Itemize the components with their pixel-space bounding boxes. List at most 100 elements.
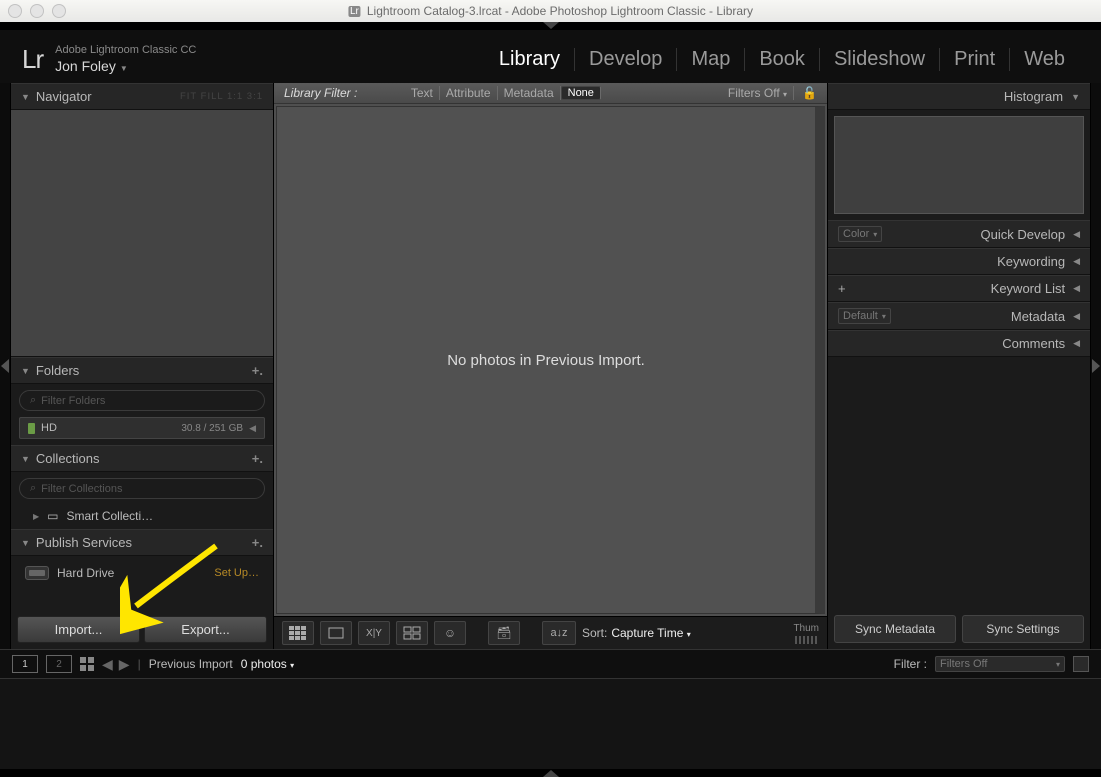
comments-header[interactable]: Comments◀ (828, 330, 1090, 357)
lr-badge-icon: Lr (348, 6, 361, 17)
chevron-down-icon: ▼ (21, 92, 30, 102)
publish-harddrive-row[interactable]: Hard Drive Set Up… (19, 562, 265, 584)
right-panel: Histogram▼ Color▾Quick Develop◀ Keywordi… (827, 83, 1091, 649)
module-print[interactable]: Print (939, 48, 1009, 71)
chevron-left-icon: ◀ (1073, 311, 1080, 322)
second-window-button[interactable]: 2 (46, 655, 72, 673)
histogram-display (834, 116, 1084, 214)
filter-none[interactable]: None (561, 86, 601, 100)
folders-header[interactable]: ▼Folders +. (11, 357, 273, 384)
filters-off-dropdown[interactable]: Filters Off ▾ (722, 86, 794, 100)
top-panel-collapse[interactable] (0, 22, 1101, 30)
search-icon: ⌕ (30, 394, 36, 407)
filter-text[interactable]: Text (405, 86, 440, 100)
filmstrip-toolbar: 1 2 ◀▶ | Previous Import 0 photos ▾ Filt… (0, 649, 1101, 678)
metadata-header[interactable]: Default▾Metadata◀ (828, 302, 1090, 330)
left-panel: ▼Navigator FIT FILL 1:1 3:1 ▼Folders +. … (10, 83, 274, 649)
chevron-down-icon: ▼ (21, 366, 30, 376)
sort-dropdown[interactable]: Capture Time ▾ (611, 626, 690, 640)
grid-view-button[interactable] (282, 621, 314, 645)
module-map[interactable]: Map (676, 48, 744, 71)
window-title: Lightroom Catalog-3.lrcat - Adobe Photos… (367, 4, 753, 18)
filmstrip-filter-select[interactable]: Filters Off▾ (935, 656, 1065, 672)
product-name: Adobe Lightroom Classic CC (55, 44, 196, 58)
identity-user[interactable]: Jon Foley▼ (55, 58, 196, 76)
publish-setup-link[interactable]: Set Up… (214, 567, 259, 579)
chevron-left-icon: ◀ (1073, 256, 1080, 267)
navigator-header[interactable]: ▼Navigator FIT FILL 1:1 3:1 (11, 83, 273, 110)
add-folder-icon[interactable]: +. (252, 363, 263, 378)
chevron-down-icon: ▼ (21, 454, 30, 464)
smart-collections-row[interactable]: ▶▭Smart Collecti… (19, 505, 265, 523)
add-collection-icon[interactable]: +. (252, 451, 263, 466)
window-titlebar: Lr Lightroom Catalog-3.lrcat - Adobe Phot… (0, 0, 1101, 22)
left-edge-collapse[interactable] (0, 83, 10, 649)
chevron-left-icon: ◀ (1073, 283, 1080, 294)
thumbnail-slider[interactable]: Thum (793, 623, 819, 644)
painter-tool-button[interactable]: 🗃 (488, 621, 520, 645)
filmstrip[interactable] (0, 678, 1101, 769)
add-keyword-icon[interactable]: + (838, 281, 846, 296)
photo-count[interactable]: 0 photos ▾ (241, 657, 294, 671)
navigator-preview (11, 110, 273, 357)
quick-develop-header[interactable]: Color▾Quick Develop◀ (828, 220, 1090, 248)
compare-view-button[interactable]: X|Y (358, 621, 390, 645)
grid-toolbar: X|Y ☺ 🗃 a↓z Sort: Capture Time ▾ Thum (274, 616, 827, 649)
chevron-left-icon: ◀ (1073, 229, 1080, 240)
collection-set-icon: ▭ (47, 509, 58, 523)
nav-fwd-icon[interactable]: ▶ (119, 656, 130, 673)
filter-folders-input[interactable]: ⌕Filter Folders (19, 390, 265, 411)
nav-back-icon[interactable]: ◀ (102, 656, 113, 673)
harddrive-icon (25, 566, 49, 580)
filter-metadata[interactable]: Metadata (498, 86, 561, 100)
volume-status-icon (28, 423, 35, 434)
search-icon: ⌕ (30, 482, 36, 495)
volume-row[interactable]: HD 30.8 / 251 GB◀ (19, 417, 265, 439)
lr-logo-icon: Lr (22, 44, 43, 75)
module-book[interactable]: Book (744, 48, 819, 71)
chevron-down-icon: ▼ (21, 538, 30, 548)
publish-header[interactable]: ▼Publish Services +. (11, 529, 273, 556)
keyword-list-header[interactable]: +Keyword List◀ (828, 275, 1090, 302)
grid-view[interactable]: No photos in Previous Import. (276, 106, 825, 614)
filter-collections-input[interactable]: ⌕Filter Collections (19, 478, 265, 499)
chevron-left-icon: ◀ (249, 423, 256, 434)
module-develop[interactable]: Develop (574, 48, 676, 71)
chevron-down-icon: ▼ (1071, 92, 1080, 102)
loupe-view-button[interactable] (320, 621, 352, 645)
import-button[interactable]: Import... (17, 616, 140, 643)
sync-settings-button[interactable]: Sync Settings (962, 615, 1084, 643)
metadata-preset-select[interactable]: Default▾ (838, 308, 891, 324)
filter-attribute[interactable]: Attribute (440, 86, 498, 100)
keywording-header[interactable]: Keywording◀ (828, 248, 1090, 275)
sync-metadata-button[interactable]: Sync Metadata (834, 615, 956, 643)
main-window-button[interactable]: 1 (12, 655, 38, 673)
library-filter-label: Library Filter : (284, 86, 357, 100)
bottom-panel-collapse[interactable] (0, 769, 1101, 777)
collections-header[interactable]: ▼Collections +. (11, 445, 273, 472)
export-button[interactable]: Export... (144, 616, 267, 643)
survey-view-button[interactable] (396, 621, 428, 645)
jump-grid-icon[interactable] (80, 657, 94, 671)
navigator-zoom-opts[interactable]: FIT FILL 1:1 3:1 (180, 91, 263, 102)
sort-label: Sort: (582, 626, 607, 640)
histogram-header[interactable]: Histogram▼ (828, 83, 1090, 110)
filmstrip-filter-label: Filter : (894, 657, 927, 671)
people-view-button[interactable]: ☺ (434, 621, 466, 645)
center-area: Library Filter : TextAttributeMetadataNo… (274, 83, 827, 649)
sort-direction-button[interactable]: a↓z (542, 621, 576, 645)
module-slideshow[interactable]: Slideshow (819, 48, 939, 71)
filter-switch-icon[interactable] (1073, 656, 1089, 672)
chevron-right-icon: ▶ (33, 512, 39, 521)
add-publish-icon[interactable]: +. (252, 535, 263, 550)
lock-icon[interactable]: 🔓 (802, 86, 817, 100)
module-web[interactable]: Web (1009, 48, 1079, 71)
traffic-lights (8, 4, 66, 18)
chevron-left-icon: ◀ (1073, 338, 1080, 349)
module-library[interactable]: Library (485, 48, 574, 71)
identity-header: Lr Adobe Lightroom Classic CC Jon Foley▼… (0, 30, 1101, 83)
source-crumb[interactable]: Previous Import (149, 657, 233, 671)
empty-message: No photos in Previous Import. (447, 352, 645, 369)
color-label-select[interactable]: Color▾ (838, 226, 882, 242)
right-edge-collapse[interactable] (1091, 83, 1101, 649)
